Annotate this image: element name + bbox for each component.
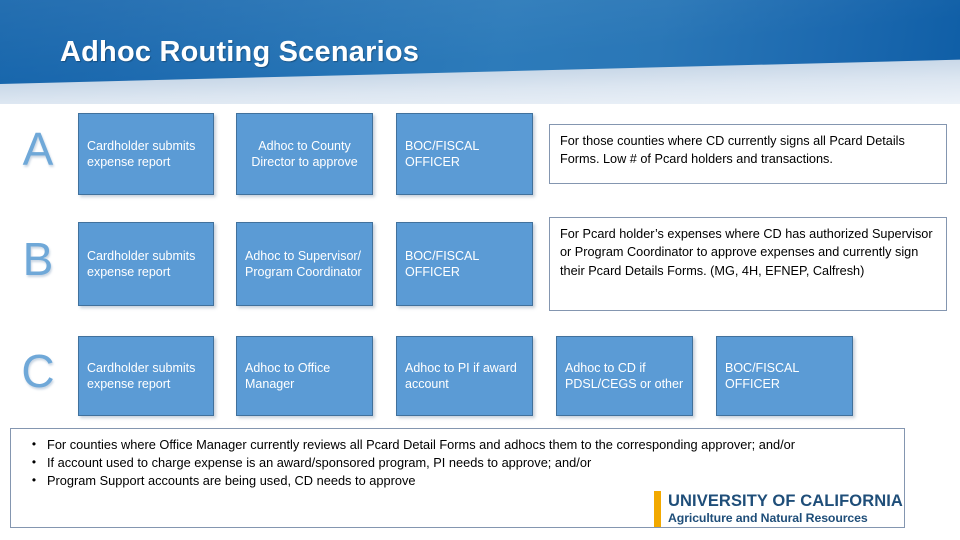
footnote-text-1: For counties where Office Manager curren… [47,437,796,452]
row-c-step-4[interactable]: Adhoc to CD if PDSL/CEGS or other [556,336,693,416]
row-letter-a: A [22,123,54,175]
row-letter-b: B [22,233,54,285]
bullet-marker-icon: • [31,455,37,470]
row-c-step-5[interactable]: BOC/FISCAL OFFICER [716,336,853,416]
logo-text: UNIVERSITY OF CALIFORNIA Agriculture and… [668,491,903,527]
bullet-marker-icon: • [31,473,37,488]
footnote-text-3: Program Support accounts are being used,… [47,473,416,489]
page-title: Adhoc Routing Scenarios [60,36,420,68]
logo-line-1: UNIVERSITY OF CALIFORNIA [668,492,903,511]
row-letter-c: C [21,345,55,397]
logo-bar-icon [654,491,661,527]
uc-anr-logo: UNIVERSITY OF CALIFORNIA Agriculture and… [654,491,903,527]
row-a-note: For those counties where CD currently si… [549,124,947,184]
row-c-step-1[interactable]: Cardholder submits expense report [78,336,214,416]
scenario-row-b: B Cardholder submits expense report Adho… [0,209,960,319]
row-b-step-1[interactable]: Cardholder submits expense report [78,222,214,306]
list-item: • For counties where Office Manager curr… [21,436,894,454]
footnote-text-2: If account used to charge expense is an … [47,455,592,471]
list-item: • Program Support accounts are being use… [21,472,894,490]
bullet-marker-icon: • [31,437,37,451]
row-a-step-2[interactable]: Adhoc to County Director to approve [236,113,373,195]
row-b-note: For Pcard holder’s expenses where CD has… [549,217,947,311]
list-item: • If account used to charge expense is a… [21,454,894,472]
row-b-step-3[interactable]: BOC/FISCAL OFFICER [396,222,533,306]
row-b-step-2[interactable]: Adhoc to Supervisor/ Program Coordinator [236,222,373,306]
scenario-rows: A Cardholder submits expense report Adho… [0,104,960,424]
slide-canvas: Adhoc Routing Scenarios A Cardholder sub… [0,0,960,540]
row-c-step-2[interactable]: Adhoc to Office Manager [236,336,373,416]
row-a-step-1[interactable]: Cardholder submits expense report [78,113,214,195]
row-c-step-3[interactable]: Adhoc to PI if award account [396,336,533,416]
scenario-row-c: C Cardholder submits expense report Adho… [0,326,960,424]
logo-line-2: Agriculture and Natural Resources [668,510,868,525]
scenario-row-a: A Cardholder submits expense report Adho… [0,104,960,204]
row-a-step-3[interactable]: BOC/FISCAL OFFICER [396,113,533,195]
